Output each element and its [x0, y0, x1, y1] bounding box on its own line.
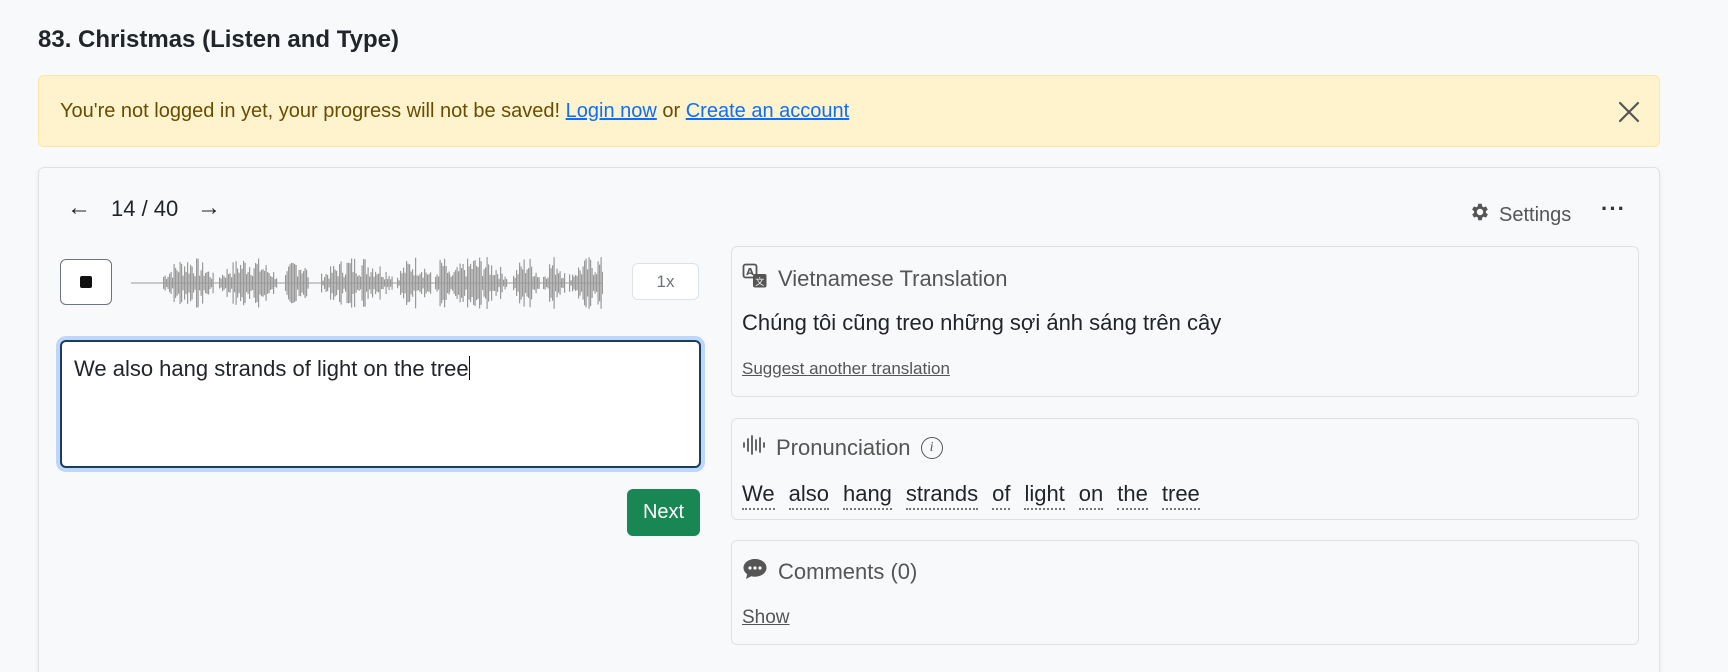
translation-text: Chúng tôi cũng treo những sợi ánh sáng t… [742, 310, 1222, 335]
page-title: 83. Christmas (Listen and Type) [38, 26, 399, 53]
pronunciation-header: Pronunciation i [742, 435, 943, 461]
comments-panel: Comments (0) Show [731, 540, 1639, 645]
settings-button[interactable]: Settings [1469, 201, 1571, 229]
settings-label: Settings [1499, 203, 1572, 226]
answer-input[interactable]: We also hang strands of light on the tre… [60, 340, 701, 468]
chat-bubble-icon [742, 557, 768, 587]
alert-message: You're not logged in yet, your progress … [60, 99, 561, 122]
translation-header: A 文 Vietnamese Translation [742, 263, 1008, 295]
not-logged-in-alert: You're not logged in yet, your progress … [38, 75, 1660, 147]
comments-heading: Comments (0) [778, 559, 918, 584]
pronunciation-words: We also hang strands of light on the tree [742, 481, 1200, 510]
translation-heading: Vietnamese Translation [778, 266, 1008, 291]
translation-panel: A 文 Vietnamese Translation Chúng tôi cũn… [731, 246, 1639, 397]
playback-speed-button[interactable]: 1x [632, 263, 699, 300]
pronunciation-word[interactable]: light [1024, 481, 1065, 510]
sentence-counter: 14 / 40 [111, 196, 179, 221]
next-arrow-icon[interactable]: → [197, 194, 221, 222]
exercise-card: ← 14 / 40 → Settings ··· 1x We also hang… [38, 167, 1660, 672]
stop-button[interactable] [60, 259, 112, 305]
svg-text:文: 文 [755, 276, 764, 288]
close-icon[interactable] [1617, 100, 1641, 124]
info-icon[interactable]: i [920, 437, 943, 459]
pronunciation-word[interactable]: of [992, 481, 1011, 510]
pronunciation-word[interactable]: on [1078, 481, 1104, 510]
show-comments-link[interactable]: Show [742, 607, 790, 629]
suggest-translation-link[interactable]: Suggest another translation [742, 359, 950, 379]
pronunciation-word[interactable]: hang [842, 481, 892, 510]
svg-text:A: A [746, 267, 754, 278]
next-button[interactable]: Next [627, 489, 700, 536]
answer-text: We also hang strands of light on the tre… [74, 356, 469, 381]
pronunciation-word[interactable]: the [1117, 481, 1148, 510]
pronunciation-word[interactable]: We [742, 481, 775, 510]
pronunciation-panel: Pronunciation i We also hang strands of light… [731, 418, 1639, 520]
create-account-link[interactable]: Create an account [686, 100, 849, 123]
comments-header: Comments (0) [742, 557, 917, 587]
pronunciation-word[interactable]: tree [1161, 481, 1200, 510]
pronunciation-heading: Pronunciation [776, 435, 911, 460]
gear-icon [1469, 201, 1491, 229]
login-link[interactable]: Login now [566, 100, 657, 123]
more-options-icon[interactable]: ··· [1601, 196, 1626, 222]
stop-icon [80, 276, 92, 288]
text-caret [468, 356, 470, 380]
pronunciation-word[interactable]: also [788, 481, 829, 510]
audio-waveform[interactable] [131, 247, 603, 319]
audio-wave-icon [742, 435, 766, 461]
translate-icon: A 文 [742, 263, 768, 295]
pronunciation-word[interactable]: strands [905, 481, 979, 510]
alert-or-text: or [662, 99, 681, 122]
prev-arrow-icon[interactable]: ← [67, 194, 91, 222]
